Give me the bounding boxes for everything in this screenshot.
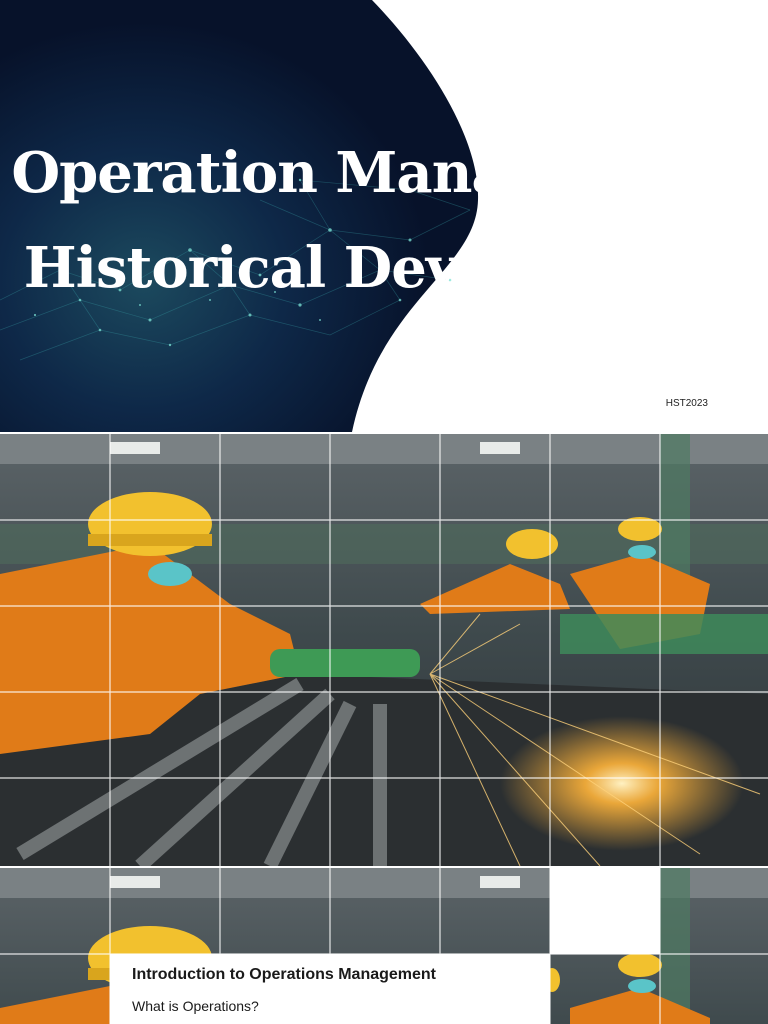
intro-slide: Introduction to Operations Management Wh… [0,866,768,1024]
photo-slide [0,432,768,866]
industrial-workers-photo [0,434,768,866]
intro-title: Introduction to Operations Management [132,966,437,983]
title-line-1-text: Operation Management: [11,140,757,206]
intro-text-box: Introduction to Operations Management Wh… [110,954,550,1024]
intro-subtitle: What is Operations? [132,998,259,1014]
slide-title-line-1: Operation Management: [0,145,768,201]
network-background-shape [0,0,479,432]
title-slide: Operation Management: Historical Develop… [0,0,768,432]
course-code: HST2023 [665,398,708,409]
slide-title-line-2: Historical Development [0,240,768,296]
title-line-2-text: Historical Development [23,235,745,301]
white-tile [550,868,660,954]
